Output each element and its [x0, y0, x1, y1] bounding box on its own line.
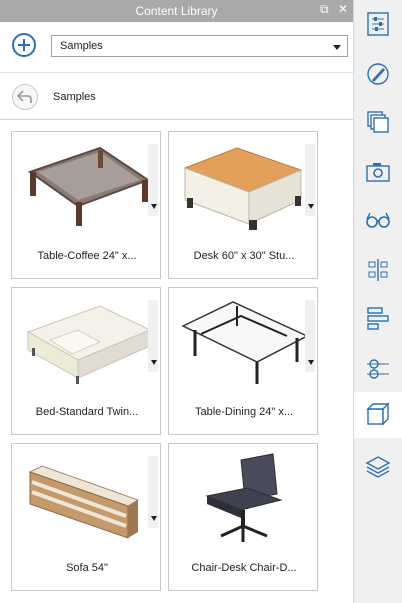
content-item-sofa[interactable]: Sofa 54" [11, 443, 161, 591]
content-library-cube-icon[interactable] [354, 392, 402, 438]
plus-circle-icon[interactable] [12, 33, 36, 57]
camera-icon[interactable] [354, 150, 402, 194]
layers-stack-icon[interactable] [354, 100, 402, 144]
brush-style-icon[interactable] [354, 52, 402, 96]
content-grid: Table-Coffee 24" x... Desk 60" x 30" Stu… [0, 120, 353, 603]
properties-sliders-icon[interactable] [354, 2, 402, 46]
content-item-bed[interactable]: Bed-Standard Twin... [11, 287, 161, 435]
hierarchy-tree-icon[interactable] [354, 248, 402, 292]
bed-thumbnail [26, 305, 152, 384]
content-item-coffee-table[interactable]: Table-Coffee 24" x... [11, 131, 161, 279]
content-item-desk-chair[interactable]: Chair-Desk Chair-D... [168, 443, 318, 591]
item-dropdown-icon[interactable] [151, 204, 157, 209]
breadcrumb: Samples [53, 91, 96, 103]
item-dropdown-icon[interactable] [308, 360, 314, 365]
panel-titlebar: Content Library ⧉ ✕ [0, 0, 353, 22]
library-toolbar: Samples [0, 22, 353, 73]
content-library-panel: Content Library ⧉ ✕ Samples Samples Tabl… [0, 0, 353, 603]
item-dropdown-icon[interactable] [151, 516, 157, 521]
item-dropdown-icon[interactable] [308, 204, 314, 209]
content-item-dining-table[interactable]: Table-Dining 24" x... [168, 287, 318, 435]
library-select-value: Samples [60, 40, 103, 52]
item-label: Table-Coffee 24" x... [37, 250, 137, 262]
item-label: Bed-Standard Twin... [35, 406, 139, 418]
axis-crosshair-icon[interactable] [354, 346, 402, 390]
item-label: Sofa 54" [66, 562, 108, 574]
item-label: Table-Dining 24" x... [194, 406, 294, 418]
item-label: Desk 60" x 30" Stu... [193, 250, 295, 262]
desk-chair-thumbnail [205, 453, 283, 542]
back-arrow-icon[interactable] [12, 84, 38, 110]
chevron-down-icon [333, 45, 341, 50]
glasses-icon[interactable] [354, 198, 402, 242]
sofa-thumbnail [28, 465, 140, 539]
close-icon[interactable]: ✕ [338, 2, 348, 16]
align-bars-icon[interactable] [354, 296, 402, 340]
library-select[interactable]: Samples [51, 35, 348, 57]
panel-title: Content Library [135, 4, 218, 18]
desk-thumbnail [183, 147, 303, 230]
materials-layers-icon[interactable] [354, 444, 402, 488]
navigation-row: Samples [0, 73, 353, 120]
right-toolbar [353, 0, 402, 603]
item-dropdown-icon[interactable] [151, 360, 157, 365]
dining-table-thumbnail [181, 301, 309, 384]
content-item-desk[interactable]: Desk 60" x 30" Stu... [168, 131, 318, 279]
restore-icon[interactable]: ⧉ [320, 2, 329, 17]
coffee-table-thumbnail [27, 146, 151, 226]
item-label: Chair-Desk Chair-D... [191, 562, 297, 574]
